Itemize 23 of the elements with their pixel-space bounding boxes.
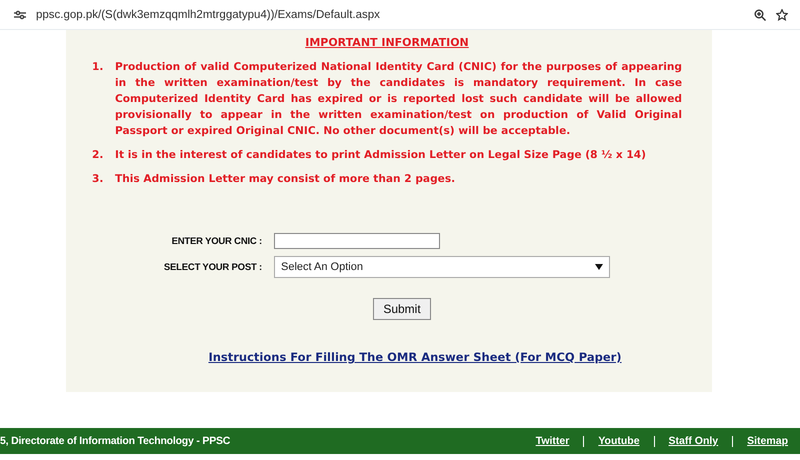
list-number: 2.	[92, 148, 104, 163]
notice-text: Production of valid Computerized National Identity Card (CNIC) for the purposes of appearing in the written examination/test by the candidates is mandatory requirement. In case Computerized Identity Card has expired or is reported lost such candidate will be allowed provisionally to appear in the written examination/test on production of Valid Original Passport or expired Original CNIC. No other document(s) will be acceptable.	[115, 60, 682, 139]
list-number: 3.	[92, 172, 104, 187]
footer-link[interactable]: Youtube	[598, 435, 640, 447]
footer-link[interactable]: Staff Only	[668, 435, 718, 447]
zoom-icon[interactable]	[754, 8, 766, 20]
omr-instructions-link[interactable]: Instructions For Filling The OMR Answer Sheet (For MCQ Paper)	[208, 350, 622, 364]
post-label: SELECT YOUR POST :	[162, 262, 262, 272]
submit-button[interactable]: Submit	[373, 298, 431, 320]
notice-text: It is in the interest of candidates to print Admission Letter on Legal Size Page (8 ½ x 14)	[115, 148, 647, 163]
footer-text: 5, Directorate of Information Technology - PPSC	[0, 435, 230, 447]
footer-link[interactable]: Twitter	[536, 435, 570, 447]
site-settings-icon[interactable]	[14, 10, 26, 20]
dropdown-caret-icon	[595, 264, 603, 270]
address-bar-url[interactable]: ppsc.gop.pk/(S(dwk3emzqqmlh2mtrggatypu4))/Exams/Default.aspx	[36, 8, 744, 20]
footer-link[interactable]: Sitemap	[747, 435, 788, 447]
cnic-input-field[interactable]	[274, 233, 440, 249]
bookmark-star-icon[interactable]	[776, 8, 788, 20]
list-number: 1.	[92, 60, 104, 75]
notice-text: This Admission Letter may consist of more than 2 pages.	[115, 172, 456, 187]
notice-title: IMPORTANT INFORMATION	[304, 36, 470, 49]
cnic-label: ENTER YOUR CNIC :	[170, 236, 262, 246]
post-select[interactable]: Select An Option	[274, 256, 610, 278]
